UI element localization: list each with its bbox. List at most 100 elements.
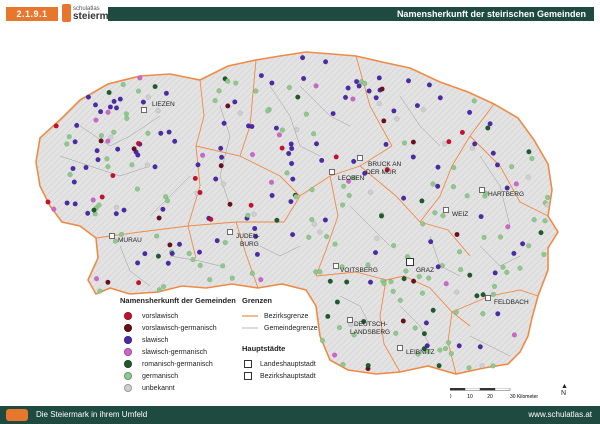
scale-label: 10: [467, 394, 473, 400]
municipality-dot: [225, 103, 231, 109]
district-line-icon: [242, 315, 258, 317]
city-label: MURAU: [118, 237, 142, 244]
municipality-dot: [443, 281, 449, 287]
municipality-dot: [221, 181, 227, 187]
municipality-dot: [105, 279, 111, 285]
municipality-dot: [104, 156, 110, 162]
municipality-dot: [410, 139, 416, 145]
municipality-dot: [526, 243, 532, 249]
title-bar: Namensherkunft der steirischen Gemeinden: [108, 7, 594, 21]
municipality-dot: [373, 95, 379, 101]
municipality-dot: [276, 132, 282, 138]
municipality-dot: [155, 253, 161, 259]
legend-item-bezirk: Bezirksgrenze: [242, 310, 318, 322]
municipality-dot: [529, 156, 535, 162]
municipality-dot: [454, 231, 460, 238]
municipality-dot: [186, 250, 192, 257]
borders-title: Grenzen: [242, 296, 273, 305]
municipality-dot: [248, 202, 254, 208]
municipality-dot: [66, 134, 72, 140]
municipality-dot: [313, 83, 319, 89]
municipality-dot: [105, 109, 111, 115]
municipality-dot: [454, 289, 460, 295]
municipality-dot: [495, 311, 501, 317]
municipality-dot: [98, 133, 104, 139]
municipality-dot: [253, 88, 259, 94]
municipality-dot: [448, 351, 454, 357]
municipality-dot: [390, 288, 396, 294]
north-label: N: [561, 390, 567, 397]
municipality-dot: [509, 164, 515, 170]
municipality-dot: [319, 157, 325, 163]
municipality-dot: [284, 170, 290, 176]
municipality-dot: [374, 235, 380, 241]
municipality-dot: [526, 149, 532, 155]
municipality-dot: [144, 162, 151, 168]
municipality-dot: [426, 82, 432, 88]
municipality-dot: [477, 344, 483, 350]
municipality-dot: [500, 264, 506, 270]
municipality-dot: [365, 362, 371, 369]
municipality-dot: [91, 207, 97, 213]
municipality-dot: [45, 199, 51, 205]
municipality-dot: [420, 107, 426, 113]
municipality-dot: [134, 186, 140, 192]
municipality-dot: [121, 207, 127, 213]
municipality-dot: [437, 95, 443, 101]
municipality-dot: [289, 160, 295, 167]
municipality-dot: [480, 292, 486, 298]
municipality-dot: [325, 313, 331, 319]
municipality-dot: [354, 79, 360, 85]
district-capital-marker: [443, 207, 449, 213]
municipality-dot: [107, 104, 113, 110]
city-label: JUDEN-: [236, 233, 260, 240]
municipality-dot: [403, 268, 409, 274]
municipality-dot: [472, 141, 478, 147]
district-capital-icon: [244, 372, 252, 380]
municipality-dot: [345, 85, 351, 91]
capitals-title: Hauptstädte: [242, 344, 286, 353]
municipality-dot: [172, 138, 178, 144]
municipality-dot: [435, 164, 441, 170]
municipality-dot: [391, 243, 397, 249]
municipality-dot: [348, 322, 354, 328]
municipality-dot: [169, 250, 175, 257]
municipality-dot: [544, 202, 550, 208]
legend-dot-slawisch: [124, 336, 132, 344]
municipality-dot: [289, 145, 295, 152]
city-label: LANDSBERG: [350, 329, 390, 336]
city-label: HARTBERG: [488, 191, 524, 198]
municipality-dot: [219, 154, 225, 160]
municipality-dot: [394, 116, 400, 122]
municipality-dot: [350, 96, 356, 102]
municipality-dot: [258, 277, 264, 283]
municipality-dot: [327, 278, 333, 284]
municipality-dot: [268, 179, 275, 185]
municipality-dot: [481, 234, 487, 240]
municipality-dot: [197, 189, 203, 196]
municipality-dot: [152, 84, 158, 90]
municipality-dot: [123, 111, 129, 117]
municipality-dot: [423, 320, 429, 326]
municipality-dot: [220, 263, 226, 269]
legend-item-bezirkshauptstadt: Bezirkshauptstadt: [242, 370, 318, 382]
legend-label: germanisch: [142, 372, 179, 380]
legend-title: Namensherkunft der Gemeinden: [120, 296, 236, 305]
legend-item: romanisch-germanisch: [120, 358, 236, 370]
footer-url[interactable]: www.schulatlas.at: [528, 406, 592, 424]
municipality-dot: [435, 183, 441, 189]
municipality-dot: [232, 99, 238, 105]
municipality-dot: [113, 211, 119, 217]
municipality-dot: [135, 152, 141, 158]
legend-item: slawisch: [120, 334, 236, 346]
municipality-dot: [158, 130, 164, 136]
municipality-dot: [397, 297, 403, 303]
municipality-dot: [98, 109, 104, 115]
municipality-dot: [400, 318, 406, 324]
municipality-dot: [421, 331, 427, 337]
municipality-dot: [279, 145, 285, 151]
municipality-dot: [479, 363, 485, 369]
municipality-dot: [324, 234, 330, 240]
municipality-dot: [487, 121, 493, 127]
municipality-dot: [419, 290, 426, 296]
